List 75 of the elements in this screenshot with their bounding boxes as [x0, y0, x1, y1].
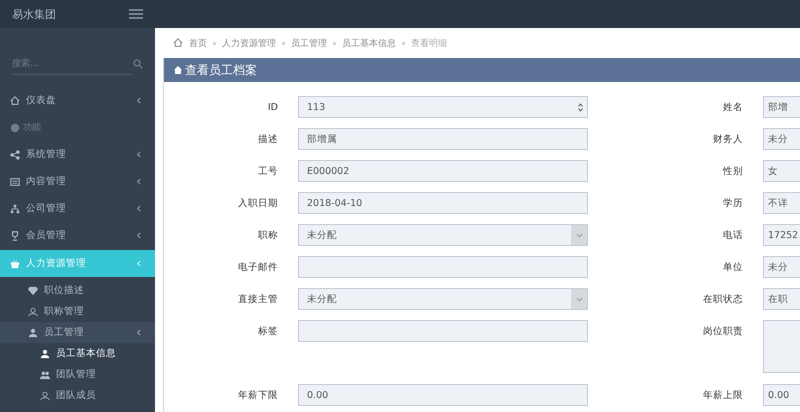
breadcrumb-link[interactable]: 员工基本信息 — [342, 36, 396, 50]
brand-logo[interactable]: 易水集团 — [12, 6, 56, 22]
user-icon — [40, 348, 50, 358]
search-icon — [133, 59, 143, 69]
text-area[interactable] — [763, 320, 800, 373]
diamond-icon — [28, 286, 38, 296]
submenu-item[interactable]: 职称管理 — [0, 301, 155, 322]
field-label: 学历 — [722, 196, 744, 210]
breadcrumb-link[interactable]: 人力资源管理 — [222, 36, 276, 50]
input-field[interactable]: 部增属 — [298, 128, 588, 150]
field-label: 标签 — [257, 324, 279, 338]
field-label: 单位 — [722, 260, 744, 274]
window-icon — [10, 176, 20, 186]
home-icon — [173, 38, 183, 48]
circle-icon — [10, 122, 20, 132]
breadcrumb-link[interactable]: 首页 — [189, 36, 207, 50]
input-field[interactable]: E000002 — [298, 160, 588, 182]
input-field[interactable]: 0.00 — [298, 384, 588, 406]
separator-dot — [333, 42, 336, 44]
input-field[interactable]: 部增 — [763, 96, 800, 118]
menu-item[interactable]: 公司管理 — [0, 195, 155, 222]
home-icon — [10, 96, 20, 106]
field-label: 电子邮件 — [237, 260, 279, 274]
gift-icon — [10, 258, 20, 268]
input-field[interactable]: 2018-04-10 — [298, 192, 588, 214]
input-field[interactable]: 未分 — [763, 256, 800, 278]
breadcrumb-link[interactable]: 员工管理 — [291, 36, 327, 50]
field-label: 岗位职责 — [702, 324, 744, 338]
users-icon — [40, 370, 50, 380]
menu-item[interactable]: 仪表盘 — [0, 87, 155, 114]
menu-item[interactable]: 系统管理 — [0, 141, 155, 168]
menu-icon[interactable] — [129, 9, 143, 19]
select-field[interactable]: 未分配 — [298, 224, 588, 246]
share-icon — [10, 150, 20, 160]
user-outline-icon — [40, 390, 50, 400]
field-label: 电话 — [722, 228, 744, 242]
number-field[interactable]: 113 — [298, 96, 588, 118]
separator-dot — [402, 42, 405, 44]
home-icon — [174, 66, 182, 74]
menu-item[interactable]: 会员管理 — [0, 222, 155, 249]
separator-dot — [282, 42, 285, 44]
submenu-item[interactable]: 职位描述 — [0, 280, 155, 301]
submenu-item[interactable]: 员工管理 — [0, 322, 155, 343]
field-label: 姓名 — [722, 100, 744, 114]
field-label: 入职日期 — [237, 196, 279, 210]
submenu-item[interactable]: 团队成员 — [0, 385, 155, 406]
search-field[interactable]: 搜索... — [12, 54, 133, 74]
field-label: 性别 — [722, 164, 744, 178]
submenu-item[interactable]: 员工基本信息 — [0, 343, 155, 364]
user-icon — [28, 328, 38, 338]
input-field[interactable]: 女 — [763, 160, 800, 182]
input-field[interactable]: 未分 — [763, 128, 800, 150]
input-field[interactable]: 17252 — [763, 224, 800, 246]
submenu-item[interactable]: 团队管理 — [0, 364, 155, 385]
field-label: 描述 — [257, 132, 279, 146]
input-field[interactable]: 不详 — [763, 192, 800, 214]
user-outline-icon — [28, 306, 38, 316]
input-field[interactable] — [298, 256, 588, 278]
sitemap-icon — [10, 204, 20, 214]
input-field[interactable] — [298, 320, 588, 342]
field-label: ID — [266, 102, 279, 112]
field-label: 年薪上限 — [702, 388, 744, 402]
trophy-icon — [10, 230, 20, 240]
field-label: 年薪下限 — [237, 388, 279, 402]
input-field[interactable]: 在职 — [763, 288, 800, 310]
input-field[interactable]: 0.00 — [763, 384, 800, 406]
field-label: 在职状态 — [702, 292, 744, 306]
field-label: 财务人 — [712, 132, 744, 146]
select-field[interactable]: 未分配 — [298, 288, 588, 310]
menu-item[interactable]: 内容管理 — [0, 168, 155, 195]
field-label: 直接主管 — [237, 292, 279, 306]
field-label: 工号 — [257, 164, 279, 178]
panel-title: 查看员工档案 — [185, 62, 257, 78]
field-label: 职称 — [257, 228, 279, 242]
separator-dot — [213, 42, 216, 44]
